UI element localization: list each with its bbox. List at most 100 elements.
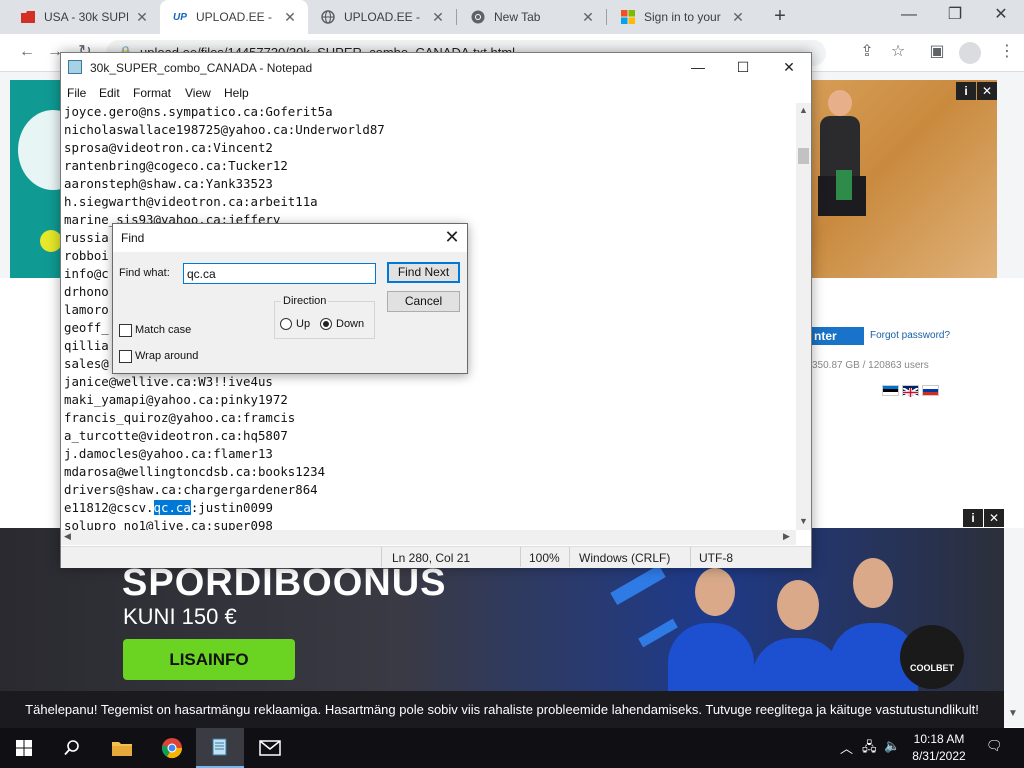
notifications-icon[interactable]: 🗨 <box>986 738 1003 754</box>
direction-label: Direction <box>281 295 329 307</box>
text-line[interactable]: aaronsteph@shaw.ca:Yank33523 <box>64 175 796 193</box>
direction-down-radio[interactable] <box>320 318 332 330</box>
menu-help[interactable]: Help <box>224 86 249 100</box>
chrome-icon[interactable] <box>148 728 196 768</box>
new-tab-button[interactable]: + <box>768 5 792 29</box>
microsoft-icon <box>620 9 636 25</box>
tab-upload-ee-ca[interactable]: UPLOAD.EE - CA ✕ <box>308 0 456 34</box>
tab-upload-ee-30k[interactable]: UP UPLOAD.EE - 30 ✕ <box>160 0 308 34</box>
russian-flag-icon[interactable] <box>922 385 939 396</box>
search-match-highlight[interactable]: qc.ca <box>153 500 191 515</box>
notepad-menubar <box>61 83 811 103</box>
ad-photo-schoolgirl <box>788 80 997 278</box>
menu-format[interactable]: Format <box>133 86 171 100</box>
text-line[interactable]: rantenbring@cogeco.ca:Tucker12 <box>64 157 796 175</box>
text-line[interactable]: e11812@cscv.qc.ca:justin0099 <box>64 499 796 517</box>
back-arrow-icon[interactable]: ← <box>16 42 38 64</box>
clock-time: 10:18 AM <box>913 732 965 746</box>
tab-title: UPLOAD.EE - CA <box>344 10 424 24</box>
tab-close-icon[interactable]: ✕ <box>580 9 596 26</box>
page-scroll-down-icon[interactable]: ▼ <box>1008 708 1020 722</box>
ad-close-icon[interactable]: ✕ <box>984 509 1004 527</box>
tab-new-tab[interactable]: New Tab ✕ <box>458 0 606 34</box>
globe-icon <box>320 9 336 25</box>
text-line[interactable]: janice@wellive.ca:W3!!ive4us <box>64 373 796 391</box>
tab-microsoft-sign-in[interactable]: Sign in to your ✕ <box>608 0 756 34</box>
ad-cta-button[interactable]: LISAINFO <box>123 639 295 680</box>
scroll-down-icon[interactable]: ▼ <box>799 516 808 526</box>
start-icon[interactable] <box>0 728 48 768</box>
estonian-flag-icon[interactable] <box>882 385 899 396</box>
find-dialog-close-icon[interactable]: ✕ <box>440 226 464 250</box>
enter-button[interactable]: nter <box>812 327 864 345</box>
forgot-password-link[interactable]: Forgot password? <box>870 330 950 341</box>
notepad-title: 30k_SUPER_combo_CANADA - Notepad <box>90 61 313 75</box>
match-case-checkbox[interactable] <box>119 324 132 337</box>
notepad-scroll-thumb[interactable] <box>798 148 809 164</box>
notepad-maximize-button[interactable]: ☐ <box>720 56 766 80</box>
tab-title: Sign in to your <box>644 10 721 24</box>
text-line[interactable]: solupro_no1@live.ca:super098 <box>64 517 796 530</box>
tray-chevron-icon[interactable]: ︿ <box>840 738 853 757</box>
match-case-label: Match case <box>135 324 192 336</box>
bookmark-star-icon[interactable]: ☆ <box>887 42 909 64</box>
text-line[interactable]: maki_yamapi@yahoo.ca:pinky1972 <box>64 391 796 409</box>
cancel-button[interactable]: Cancel <box>387 291 460 312</box>
uk-flag-icon[interactable] <box>902 385 919 398</box>
text-line[interactable]: mdarosa@wellingtoncdsb.ca:books1234 <box>64 463 796 481</box>
file-explorer-icon[interactable] <box>98 728 146 768</box>
wrap-around-checkbox[interactable] <box>119 350 132 363</box>
minimize-button[interactable]: — <box>886 0 932 34</box>
scroll-left-icon[interactable]: ◀ <box>64 531 71 542</box>
coolbet-logo: COOLBET <box>900 625 964 689</box>
network-icon[interactable]: 🖧 <box>862 738 877 760</box>
mail-icon[interactable] <box>246 728 294 768</box>
text-line[interactable]: a_turcotte@videotron.ca:hq5807 <box>64 427 796 445</box>
chrome-icon <box>470 9 486 25</box>
search-icon[interactable] <box>48 728 96 768</box>
menu-view[interactable]: View <box>185 86 211 100</box>
share-icon[interactable]: ⇪ <box>856 42 878 64</box>
chrome-menu-icon[interactable]: ⋮ <box>996 42 1018 64</box>
taskbar-clock[interactable]: 10:18 AM 8/31/2022 <box>905 731 973 765</box>
ad-close-icon[interactable]: ✕ <box>977 82 997 100</box>
notepad-close-button[interactable]: ✕ <box>766 56 812 80</box>
text-line[interactable]: nicholaswallace198725@yahoo.ca:Underworl… <box>64 121 796 139</box>
text-line[interactable]: j.damocles@yahoo.ca:flamer13 <box>64 445 796 463</box>
find-next-button[interactable]: Find Next <box>387 262 460 283</box>
notepad-icon[interactable] <box>196 728 244 768</box>
menu-file[interactable]: File <box>67 86 86 100</box>
text-line[interactable]: drivers@shaw.ca:chargergardener864 <box>64 481 796 499</box>
tab-close-icon[interactable]: ✕ <box>730 9 746 26</box>
gambling-disclaimer: Tähelepanu! Tegemist on hasartmängu rekl… <box>0 691 1004 728</box>
tab-usa-combo[interactable]: USA - 30k SUPE ✕ <box>8 0 160 34</box>
ad-subline: KUNI 150 € <box>123 604 237 629</box>
find-what-input[interactable] <box>183 263 376 284</box>
red-folder-icon <box>20 9 36 25</box>
tab-title: USA - 30k SUPE <box>44 10 128 24</box>
notepad-vertical-scrollbar[interactable] <box>796 103 811 530</box>
scroll-right-icon[interactable]: ▶ <box>783 531 790 542</box>
tab-close-icon[interactable]: ✕ <box>134 9 150 26</box>
close-window-button[interactable]: ✕ <box>978 0 1024 34</box>
text-line[interactable]: h.siegwarth@videotron.ca:arbeit11a <box>64 193 796 211</box>
text-line[interactable]: francis_quiroz@yahoo.ca:framcis <box>64 409 796 427</box>
volume-icon[interactable]: 🔈 <box>884 738 900 754</box>
find-dialog-titlebar[interactable] <box>113 224 467 252</box>
direction-up-radio[interactable] <box>280 318 292 330</box>
tab-close-icon[interactable]: ✕ <box>282 9 298 26</box>
notepad-minimize-button[interactable]: — <box>675 56 721 80</box>
side-panel-icon[interactable]: ▣ <box>926 42 948 64</box>
profile-avatar[interactable] <box>959 42 981 64</box>
notepad-horizontal-scrollbar[interactable] <box>61 530 796 545</box>
tab-title: New Tab <box>494 10 541 24</box>
menu-edit[interactable]: Edit <box>99 86 120 100</box>
ad-info-icon[interactable]: i <box>963 509 983 527</box>
maximize-button[interactable]: ❐ <box>932 0 978 34</box>
tab-close-icon[interactable]: ✕ <box>430 9 446 26</box>
wrap-around-label: Wrap around <box>135 350 199 362</box>
ad-info-icon[interactable]: i <box>956 82 976 100</box>
text-line[interactable]: joyce.gero@ns.sympatico.ca:Goferit5a <box>64 103 796 121</box>
scroll-up-icon[interactable]: ▲ <box>799 105 808 115</box>
text-line[interactable]: sprosa@videotron.ca:Vincent2 <box>64 139 796 157</box>
